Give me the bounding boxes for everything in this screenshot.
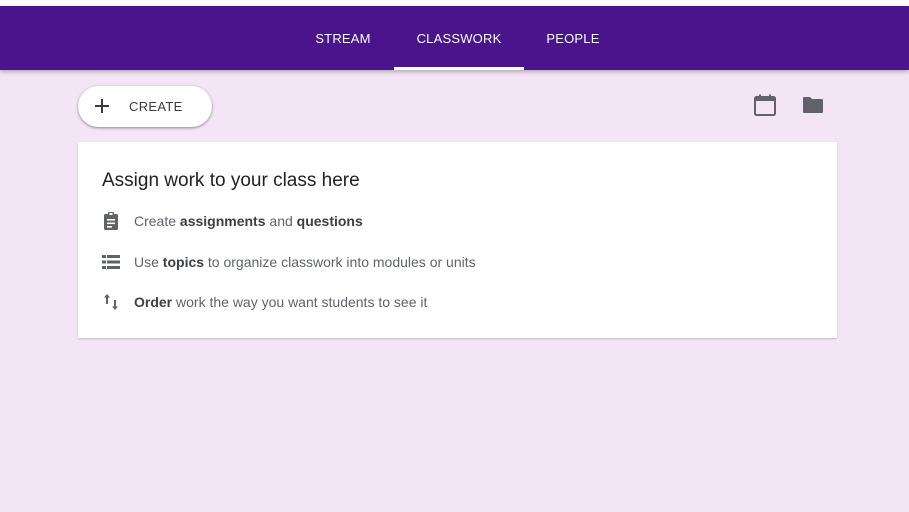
tab-classwork[interactable]: CLASSWORK bbox=[394, 6, 524, 70]
hint-text-topics: Use topics to organize classwork into mo… bbox=[134, 254, 476, 270]
plus-icon bbox=[95, 99, 109, 113]
folder-icon bbox=[803, 97, 823, 113]
app-bar: STREAM CLASSWORK PEOPLE bbox=[0, 6, 909, 70]
hint-row-topics: Use topics to organize classwork into mo… bbox=[102, 252, 476, 272]
sort-arrows-icon bbox=[102, 293, 120, 311]
empty-classwork-card: Assign work to your class here Create as… bbox=[78, 142, 837, 338]
calendar-icon bbox=[754, 94, 776, 116]
hint-row-order: Order work the way you want students to … bbox=[102, 292, 427, 312]
class-drive-folder-button[interactable] bbox=[799, 91, 827, 119]
create-button[interactable]: CREATE bbox=[78, 86, 212, 127]
hint-text-order: Order work the way you want students to … bbox=[134, 294, 428, 310]
hint-row-assignments: Create assignments and questions bbox=[102, 211, 363, 231]
google-calendar-button[interactable] bbox=[751, 91, 779, 119]
create-button-label: CREATE bbox=[129, 99, 183, 114]
clipboard-icon bbox=[102, 212, 120, 230]
hint-text-assignments: Create assignments and questions bbox=[134, 213, 363, 229]
tab-stream[interactable]: STREAM bbox=[296, 6, 390, 70]
list-icon bbox=[102, 253, 120, 271]
card-title: Assign work to your class here bbox=[102, 170, 360, 191]
tab-people[interactable]: PEOPLE bbox=[526, 6, 620, 70]
